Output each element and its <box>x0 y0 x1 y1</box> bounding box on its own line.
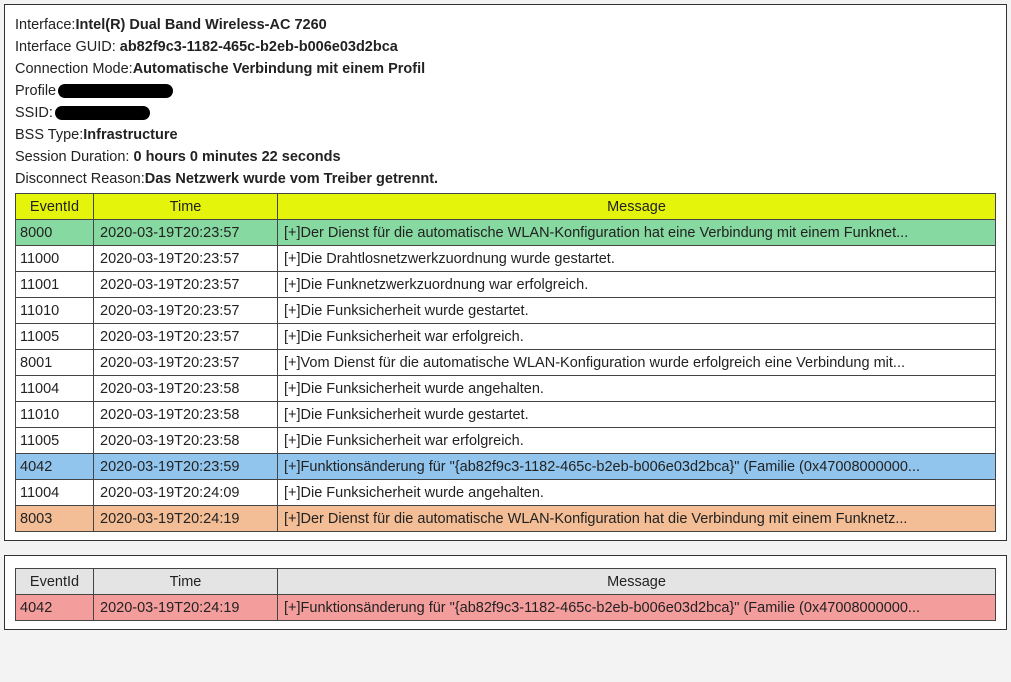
cell-eventid: 11004 <box>16 376 94 402</box>
cell-time: 2020-03-19T20:23:57 <box>94 298 278 324</box>
cell-time: 2020-03-19T20:23:58 <box>94 402 278 428</box>
cell-message: [+]Die Drahtlosnetzwerkzuordnung wurde g… <box>278 246 996 272</box>
header-eventid: EventId <box>16 194 94 220</box>
cell-eventid: 11005 <box>16 428 94 454</box>
cell-eventid: 4042 <box>16 595 94 621</box>
connmode-label: Connection Mode: <box>15 61 133 77</box>
guid-label: Interface GUID: <box>15 39 120 55</box>
redaction-mark <box>58 84 173 98</box>
redaction-mark <box>55 106 150 120</box>
bsstype-value: Infrastructure <box>83 127 177 143</box>
guid-line: Interface GUID: ab82f9c3-1182-465c-b2eb-… <box>15 39 996 55</box>
table-row[interactable]: 80032020-03-19T20:24:19[+]Der Dienst für… <box>16 506 996 532</box>
cell-eventid: 11010 <box>16 402 94 428</box>
cell-message: [+]Die Funksicherheit war erfolgreich. <box>278 324 996 350</box>
cell-message: [+]Funktionsänderung für "{ab82f9c3-1182… <box>278 595 996 621</box>
cell-message: [+]Funktionsänderung für "{ab82f9c3-1182… <box>278 454 996 480</box>
cell-message: [+]Die Funksicherheit wurde gestartet. <box>278 402 996 428</box>
connmode-value: Automatische Verbindung mit einem Profil <box>133 61 425 77</box>
cell-message: [+]Die Funksicherheit wurde angehalten. <box>278 376 996 402</box>
table-row[interactable]: 110002020-03-19T20:23:57[+]Die Drahtlosn… <box>16 246 996 272</box>
table-header-row: EventId Time Message <box>16 194 996 220</box>
secondary-panel: EventId Time Message 40422020-03-19T20:2… <box>4 555 1007 630</box>
header-message: Message <box>278 569 996 595</box>
cell-time: 2020-03-19T20:24:19 <box>94 595 278 621</box>
duration-value: 0 hours 0 minutes 22 seconds <box>133 149 340 165</box>
cell-eventid: 11004 <box>16 480 94 506</box>
table-row[interactable]: 110052020-03-19T20:23:58[+]Die Funksiche… <box>16 428 996 454</box>
cell-time: 2020-03-19T20:23:58 <box>94 428 278 454</box>
disconnect-value: Das Netzwerk wurde vom Treiber getrennt. <box>145 171 438 187</box>
table-row[interactable]: 40422020-03-19T20:24:19[+]Funktionsänder… <box>16 595 996 621</box>
duration-label: Session Duration: <box>15 149 133 165</box>
interface-label: Interface: <box>15 17 75 33</box>
interface-line: Interface:Intel(R) Dual Band Wireless-AC… <box>15 17 996 33</box>
header-time: Time <box>94 194 278 220</box>
table-row[interactable]: 40422020-03-19T20:23:59[+]Funktionsänder… <box>16 454 996 480</box>
bsstype-label: BSS Type: <box>15 127 83 143</box>
profile-line: Profile <box>15 83 996 99</box>
cell-time: 2020-03-19T20:23:57 <box>94 246 278 272</box>
disconnect-line: Disconnect Reason:Das Netzwerk wurde vom… <box>15 171 996 187</box>
cell-time: 2020-03-19T20:24:09 <box>94 480 278 506</box>
connmode-line: Connection Mode:Automatische Verbindung … <box>15 61 996 77</box>
cell-eventid: 8001 <box>16 350 94 376</box>
cell-message: [+]Die Funknetzwerkzuordnung war erfolgr… <box>278 272 996 298</box>
table-row[interactable]: 110042020-03-19T20:23:58[+]Die Funksiche… <box>16 376 996 402</box>
duration-line: Session Duration: 0 hours 0 minutes 22 s… <box>15 149 996 165</box>
cell-eventid: 11000 <box>16 246 94 272</box>
cell-time: 2020-03-19T20:23:59 <box>94 454 278 480</box>
events-table-main: EventId Time Message 80002020-03-19T20:2… <box>15 193 996 532</box>
cell-eventid: 8003 <box>16 506 94 532</box>
table-row[interactable]: 110102020-03-19T20:23:57[+]Die Funksiche… <box>16 298 996 324</box>
interface-value: Intel(R) Dual Band Wireless-AC 7260 <box>75 17 326 33</box>
table-row[interactable]: 110052020-03-19T20:23:57[+]Die Funksiche… <box>16 324 996 350</box>
cell-time: 2020-03-19T20:23:58 <box>94 376 278 402</box>
table-row[interactable]: 80012020-03-19T20:23:57[+]Vom Dienst für… <box>16 350 996 376</box>
cell-time: 2020-03-19T20:23:57 <box>94 350 278 376</box>
table-row[interactable]: 110102020-03-19T20:23:58[+]Die Funksiche… <box>16 402 996 428</box>
bsstype-line: BSS Type:Infrastructure <box>15 127 996 143</box>
cell-eventid: 11001 <box>16 272 94 298</box>
table-header-row: EventId Time Message <box>16 569 996 595</box>
session-panel: Interface:Intel(R) Dual Band Wireless-AC… <box>4 4 1007 541</box>
cell-message: [+]Die Funksicherheit war erfolgreich. <box>278 428 996 454</box>
cell-eventid: 11005 <box>16 324 94 350</box>
cell-time: 2020-03-19T20:23:57 <box>94 324 278 350</box>
cell-message: [+]Der Dienst für die automatische WLAN-… <box>278 220 996 246</box>
disconnect-label: Disconnect Reason: <box>15 171 145 187</box>
profile-label: Profile <box>15 83 56 99</box>
cell-message: [+]Der Dienst für die automatische WLAN-… <box>278 506 996 532</box>
cell-time: 2020-03-19T20:23:57 <box>94 272 278 298</box>
header-eventid: EventId <box>16 569 94 595</box>
cell-eventid: 4042 <box>16 454 94 480</box>
header-message: Message <box>278 194 996 220</box>
events-table-secondary: EventId Time Message 40422020-03-19T20:2… <box>15 568 996 621</box>
cell-message: [+]Vom Dienst für die automatische WLAN-… <box>278 350 996 376</box>
table-row[interactable]: 110042020-03-19T20:24:09[+]Die Funksiche… <box>16 480 996 506</box>
cell-eventid: 8000 <box>16 220 94 246</box>
cell-eventid: 11010 <box>16 298 94 324</box>
table-row[interactable]: 110012020-03-19T20:23:57[+]Die Funknetzw… <box>16 272 996 298</box>
table-row[interactable]: 80002020-03-19T20:23:57[+]Der Dienst für… <box>16 220 996 246</box>
cell-message: [+]Die Funksicherheit wurde angehalten. <box>278 480 996 506</box>
cell-time: 2020-03-19T20:23:57 <box>94 220 278 246</box>
ssid-line: SSID: <box>15 105 996 121</box>
header-time: Time <box>94 569 278 595</box>
cell-message: [+]Die Funksicherheit wurde gestartet. <box>278 298 996 324</box>
ssid-label: SSID: <box>15 105 53 121</box>
cell-time: 2020-03-19T20:24:19 <box>94 506 278 532</box>
guid-value: ab82f9c3-1182-465c-b2eb-b006e03d2bca <box>120 39 398 55</box>
